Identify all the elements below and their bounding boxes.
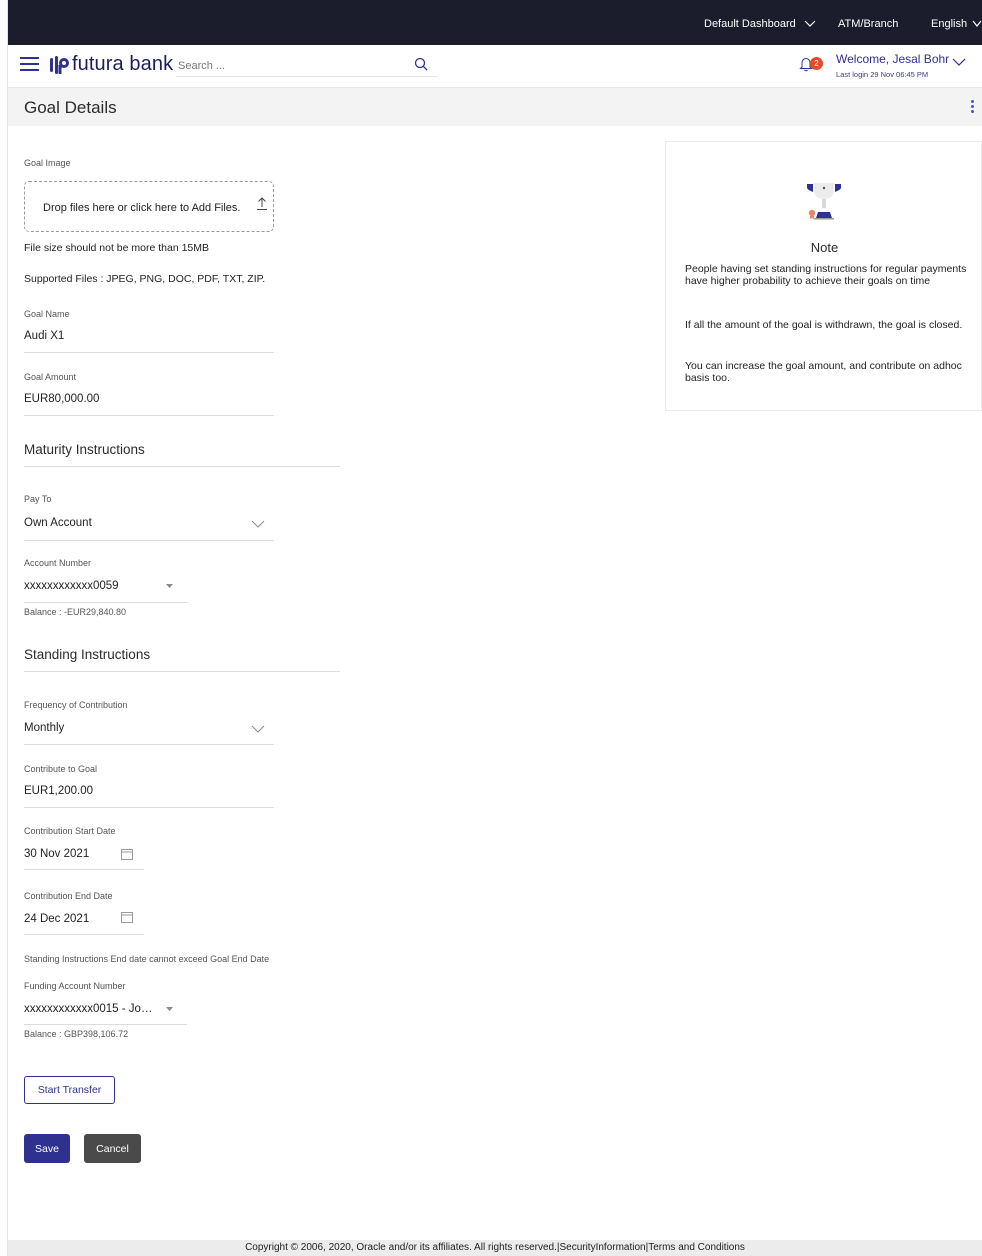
search-icon[interactable] — [414, 57, 428, 71]
funding-account-label: Funding Account Number — [24, 981, 126, 991]
note-paragraph: You can increase the goal amount, and co… — [685, 360, 962, 384]
chevron-down-icon[interactable] — [972, 20, 982, 28]
frequency-select[interactable]: Monthly — [24, 722, 64, 734]
account-number-label: Account Number — [24, 558, 92, 568]
caret-down-icon[interactable] — [166, 584, 173, 588]
start-transfer-button[interactable]: Start Transfer — [24, 1076, 115, 1104]
end-date-label: Contribution End Date — [24, 891, 113, 901]
notification-badge[interactable]: 2 — [810, 57, 823, 70]
pay-to-select[interactable]: Own Account — [24, 517, 92, 529]
top-bar: Default Dashboard ATM/Branch English — [8, 0, 982, 45]
funding-balance: Balance : GBP398,106.72 — [24, 1029, 129, 1039]
maturity-instructions-title: Maturity Instructions — [24, 442, 145, 457]
file-dropzone[interactable]: Drop files here or click here to Add Fil… — [24, 181, 274, 232]
chevron-down-icon[interactable] — [251, 725, 265, 733]
goal-name-value: Audi X1 — [24, 330, 65, 342]
calendar-icon[interactable] — [121, 849, 133, 860]
welcome-user-menu[interactable]: Welcome, Jesal Bohr — [836, 52, 949, 66]
goal-name-label: Goal Name — [24, 309, 70, 319]
goal-image-label: Goal Image — [24, 158, 71, 168]
pay-to-label: Pay To — [24, 494, 52, 504]
default-dashboard-menu[interactable]: Default Dashboard — [704, 18, 796, 30]
dropzone-text: Drop files here or click here to Add Fil… — [43, 202, 241, 214]
save-button[interactable]: Save — [24, 1134, 70, 1163]
more-options-icon[interactable] — [971, 100, 974, 113]
bank-logo-icon — [50, 56, 69, 74]
goal-details-form: Goal Image Drop files here or click here… — [8, 126, 982, 1240]
calendar-icon[interactable] — [121, 912, 133, 923]
note-paragraph: If all the amount of the goal is withdra… — [685, 319, 963, 331]
atm-branch-link[interactable]: ATM/Branch — [838, 18, 898, 30]
end-date-value[interactable]: 24 Dec 2021 — [24, 913, 89, 925]
end-date-note: Standing Instructions End date cannot ex… — [24, 954, 270, 964]
start-date-label: Contribution Start Date — [24, 826, 116, 836]
app-header: futura bank 2 Welcome, Jesal Bohr Last l… — [8, 45, 982, 88]
divider — [24, 540, 274, 541]
section-divider — [24, 466, 340, 467]
divider — [24, 744, 274, 745]
note-card: Note People having set standing instruct… — [665, 141, 982, 411]
divider — [24, 1024, 187, 1025]
note-paragraph: People having set standing instructions … — [685, 263, 967, 287]
standing-instructions-title: Standing Instructions — [24, 647, 151, 662]
divider — [24, 602, 187, 603]
upload-icon — [257, 197, 267, 210]
divider — [24, 869, 144, 870]
funding-account-select[interactable]: xxxxxxxxxxxx0015 - Jo… — [24, 1003, 152, 1015]
goal-amount-label: Goal Amount — [24, 372, 77, 382]
divider — [24, 415, 274, 416]
page-title-bar: Goal Details — [8, 88, 982, 126]
chevron-down-icon[interactable] — [251, 520, 265, 528]
search-input[interactable] — [176, 55, 438, 77]
cancel-button[interactable]: Cancel — [84, 1134, 141, 1163]
supported-files-note: Supported Files : JPEG, PNG, DOC, PDF, T… — [24, 273, 266, 285]
last-login-text: Last login 29 Nov 06:45 PM — [836, 70, 929, 79]
chevron-down-icon[interactable] — [804, 20, 816, 28]
frequency-label: Frequency of Contribution — [24, 700, 128, 710]
contribute-value[interactable]: EUR1,200.00 — [24, 785, 93, 797]
divider — [24, 934, 144, 935]
brand-name: futura bank — [72, 53, 174, 75]
goal-amount-value: EUR80,000.00 — [24, 393, 100, 405]
footer: Copyright © 2006, 2020, Oracle and/or it… — [8, 1240, 982, 1256]
page-title: Goal Details — [24, 98, 117, 117]
left-edge — [0, 0, 8, 1256]
caret-down-icon[interactable] — [166, 1007, 173, 1011]
section-divider — [24, 671, 340, 672]
trophy-icon — [807, 183, 841, 220]
file-size-note: File size should not be more than 15MB — [24, 242, 210, 254]
language-selector[interactable]: English — [931, 18, 967, 30]
hamburger-menu-icon[interactable] — [20, 56, 39, 72]
divider — [24, 807, 274, 808]
contribute-label: Contribute to Goal — [24, 764, 98, 774]
start-date-value[interactable]: 30 Nov 2021 — [24, 848, 89, 860]
maturity-balance: Balance : -EUR29,840.80 — [24, 607, 127, 617]
chevron-down-icon[interactable] — [952, 58, 966, 67]
account-number-select[interactable]: xxxxxxxxxxxx0059 — [24, 580, 119, 592]
note-title: Note — [810, 240, 839, 255]
divider — [24, 352, 274, 353]
